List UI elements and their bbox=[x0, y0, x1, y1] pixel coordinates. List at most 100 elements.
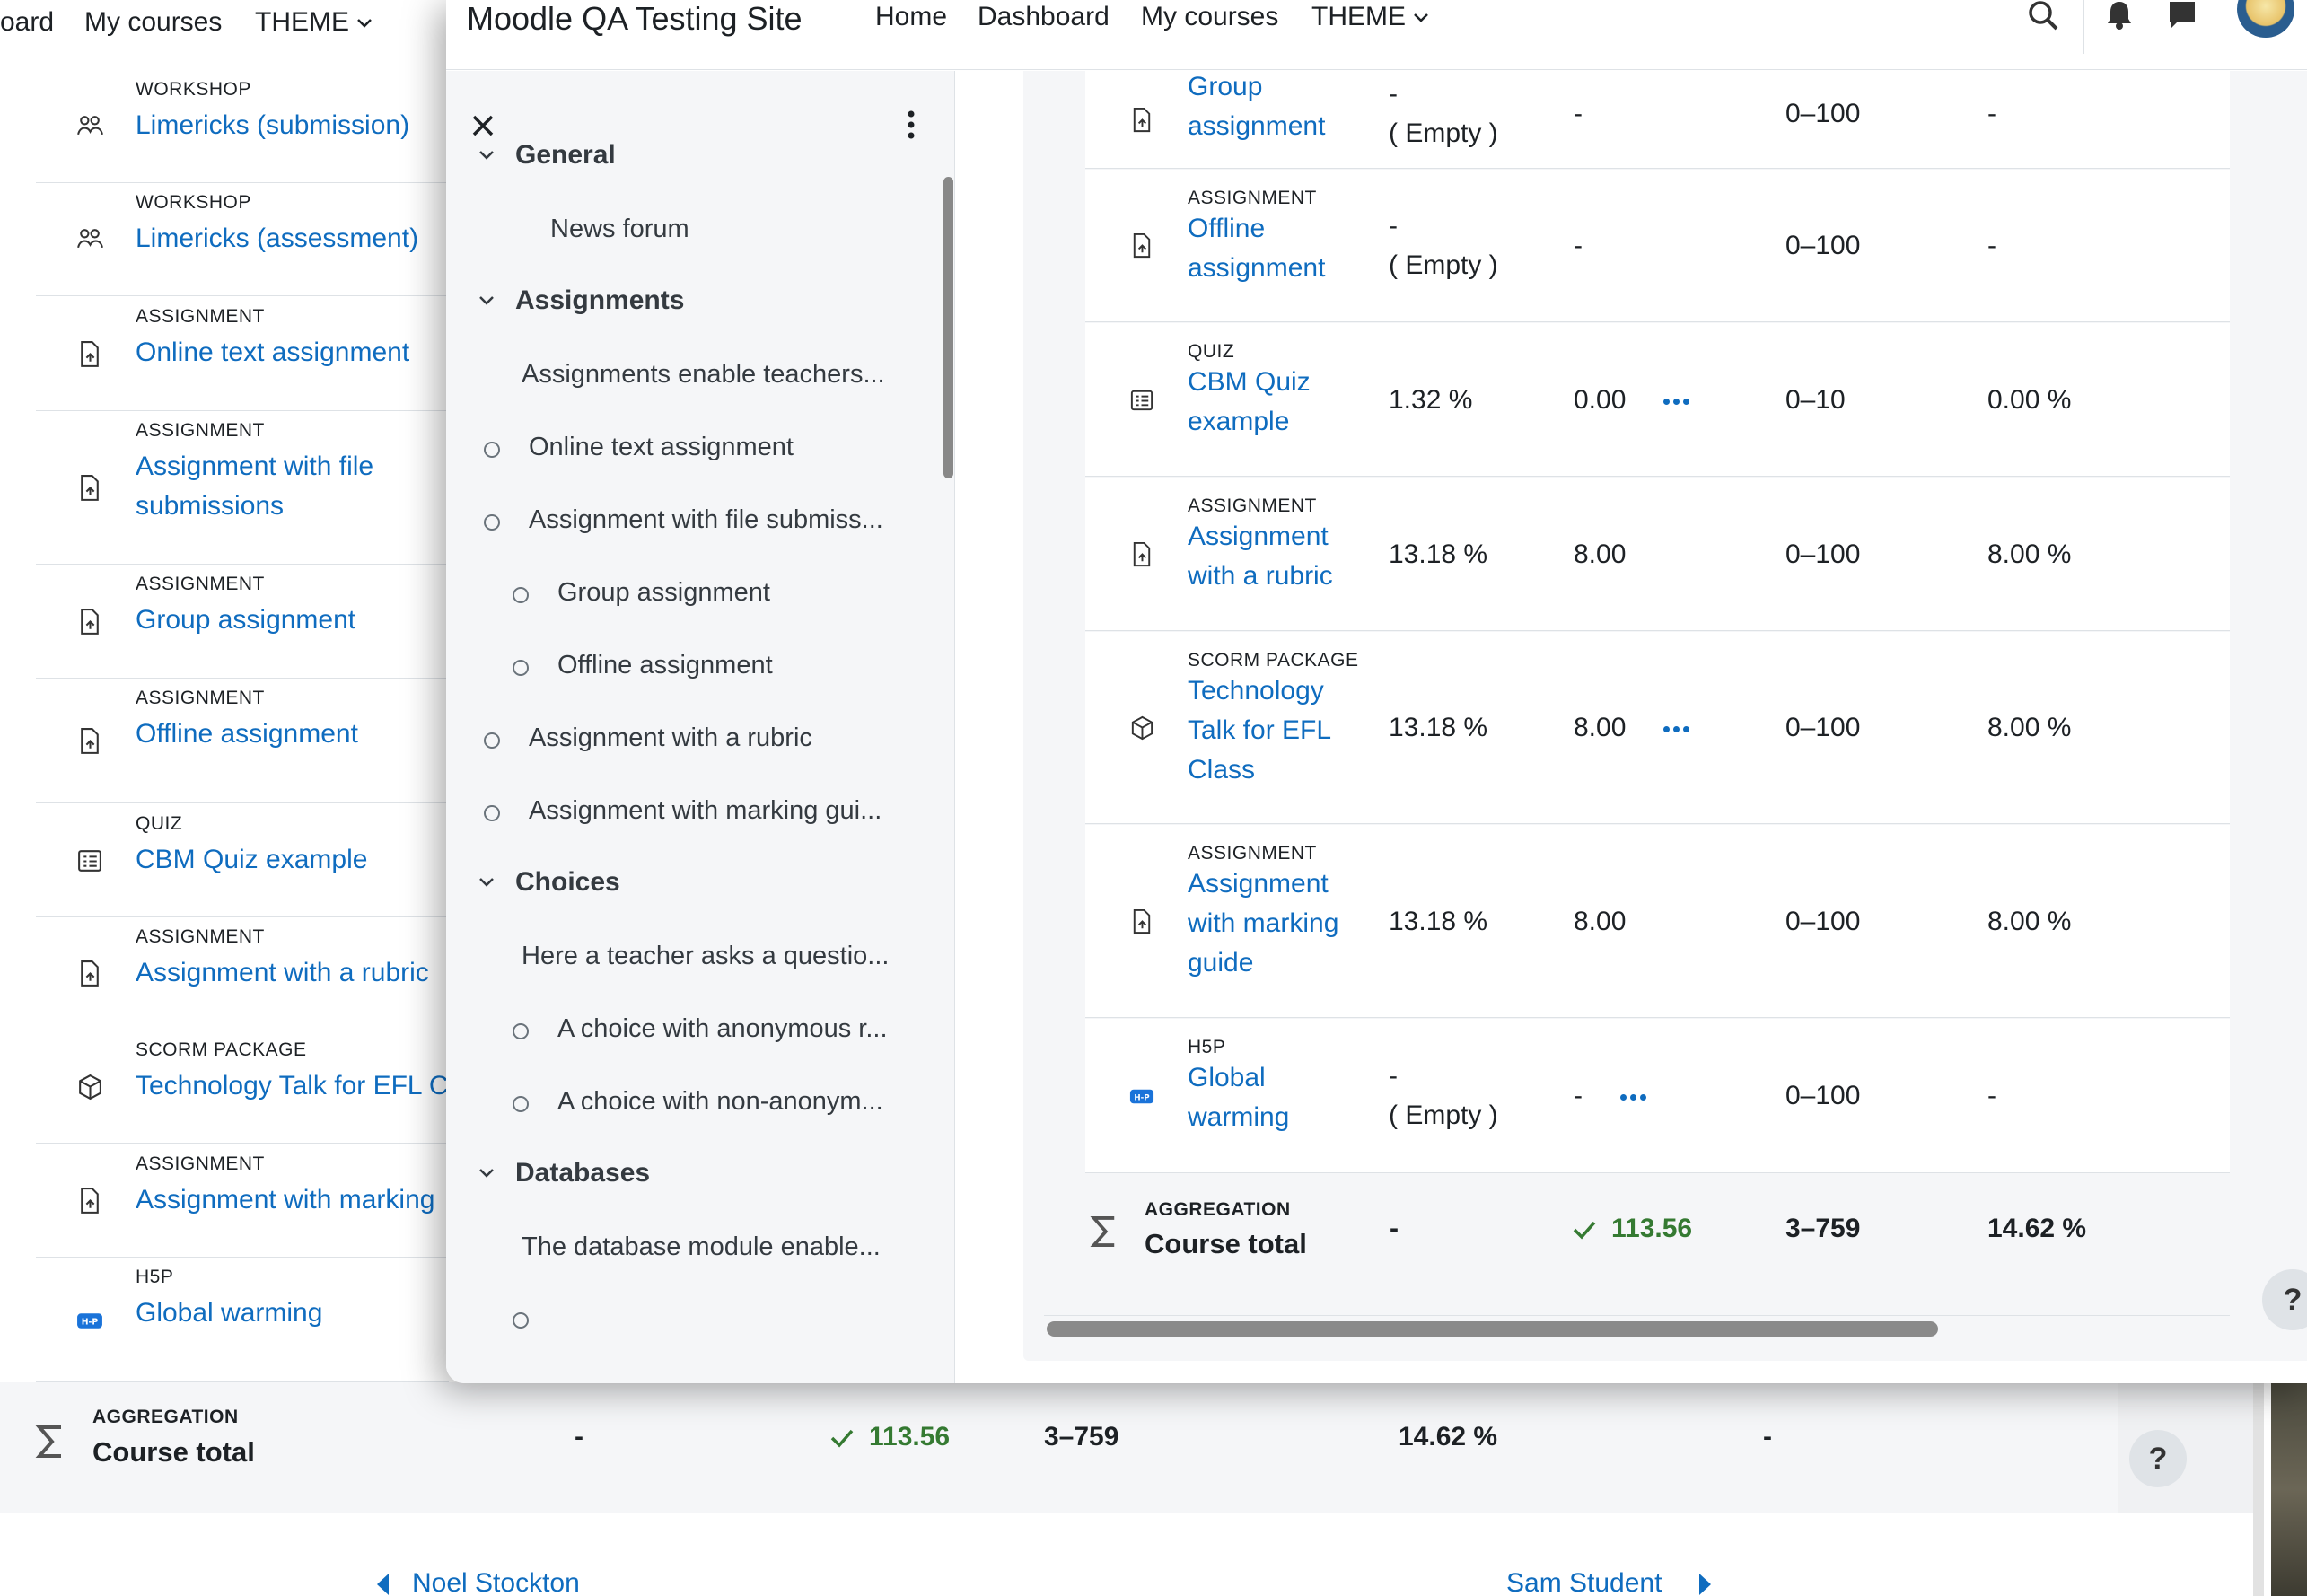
total-name: Course total bbox=[1145, 1228, 1307, 1259]
bg-activity-link[interactable]: Limericks (assessment) bbox=[136, 219, 418, 259]
grade-report-modal: Moodle QA Testing Site Home Dashboard My… bbox=[446, 0, 2307, 1383]
chevron-down-icon[interactable] bbox=[478, 876, 495, 892]
page-scrollbar[interactable] bbox=[2253, 1382, 2264, 1596]
chevron-down-icon[interactable] bbox=[478, 1167, 495, 1183]
chat-icon[interactable] bbox=[2167, 0, 2197, 31]
grade-weight: - ( Empty ) bbox=[1389, 79, 1498, 148]
grade-weight: - ( Empty ) bbox=[1389, 1061, 1498, 1130]
bg-activity-type: ASSIGNMENT bbox=[136, 574, 265, 594]
scorm-icon bbox=[75, 1073, 104, 1101]
chevron-down-icon[interactable] bbox=[478, 294, 495, 311]
course-index-item[interactable]: Here a teacher asks a questio... bbox=[522, 942, 889, 971]
bg-activity-type: ASSIGNMENT bbox=[136, 306, 265, 327]
more-actions-icon[interactable] bbox=[1663, 398, 1690, 406]
bg-activity-link[interactable]: Assignment with file bbox=[136, 447, 373, 487]
grade-value: - bbox=[1574, 99, 1583, 128]
course-index-item[interactable]: Online text assignment bbox=[529, 433, 794, 462]
bg-activity-link-line2[interactable]: submissions bbox=[136, 487, 284, 526]
quiz-icon bbox=[75, 846, 104, 875]
nav-dashboard[interactable]: Dashboard bbox=[978, 2, 1110, 32]
assignment-icon bbox=[1128, 541, 1155, 568]
bg-nav-my-courses[interactable]: My courses bbox=[84, 7, 222, 38]
grade-value: - bbox=[1574, 1081, 1583, 1110]
kebab-menu-icon[interactable] bbox=[907, 110, 916, 139]
more-actions-icon[interactable] bbox=[1620, 1094, 1647, 1101]
bg-help-button[interactable]: ? bbox=[2129, 1430, 2187, 1487]
bg-activity-link[interactable]: Assignment with marking bbox=[136, 1180, 434, 1220]
grade-item-link[interactable]: Assignment with a rubric bbox=[1188, 517, 1333, 596]
grade-item-link[interactable]: Technology Talk for EFL Class bbox=[1188, 671, 1331, 790]
assignment-icon bbox=[1128, 232, 1155, 259]
assignment-icon bbox=[75, 340, 104, 369]
sigma-icon bbox=[1090, 1216, 1115, 1247]
nav-home[interactable]: Home bbox=[875, 2, 947, 32]
grade-row: H-P H5P Global warming - ( Empty ) - 0–100 - bbox=[1085, 1019, 2230, 1173]
bg-activity-type: SCORM PACKAGE bbox=[136, 1039, 307, 1060]
course-index-drawer: General News forum Assignments Assignments … bbox=[446, 71, 955, 1383]
grade-value: 0.00 bbox=[1574, 384, 1627, 415]
bg-activity-link[interactable]: Group assignment bbox=[136, 601, 355, 640]
course-index-item[interactable]: Assignment with marking gui... bbox=[529, 796, 882, 826]
user-avatar[interactable] bbox=[2237, 0, 2294, 38]
bg-activity-type: QUIZ bbox=[136, 813, 183, 834]
bg-activity-type: ASSIGNMENT bbox=[136, 688, 265, 708]
grade-percentage: 0.00 % bbox=[1987, 384, 2072, 415]
grade-item-link[interactable]: Assignment with marking guide bbox=[1188, 864, 1338, 983]
nav-my-courses[interactable]: My courses bbox=[1141, 2, 1278, 32]
course-index-item[interactable]: Assignment with a rubric bbox=[529, 723, 812, 753]
grade-item-link[interactable]: Global warming bbox=[1188, 1058, 1289, 1137]
nav-theme[interactable]: THEME bbox=[1311, 2, 1429, 32]
caret-left-icon bbox=[377, 1574, 389, 1595]
grade-range: 0–100 bbox=[1785, 713, 1861, 742]
site-name[interactable]: Moodle QA Testing Site bbox=[467, 0, 803, 38]
horizontal-scroll-thumb[interactable] bbox=[1047, 1321, 1938, 1337]
grade-weight: 13.18 % bbox=[1389, 713, 1488, 742]
total-type: AGGREGATION bbox=[1145, 1199, 1291, 1220]
bg-activity-link[interactable]: Offline assignment bbox=[136, 715, 358, 754]
bg-total-percentage: 14.62 % bbox=[1399, 1422, 1498, 1451]
prev-user-link[interactable]: Noel Stockton bbox=[412, 1568, 580, 1596]
course-index-item[interactable]: News forum bbox=[550, 215, 689, 244]
bg-activity-link[interactable]: Assignment with a rubric bbox=[136, 953, 429, 993]
course-index-item[interactable]: A choice with anonymous r... bbox=[557, 1014, 888, 1044]
grade-value: 8.00 bbox=[1574, 539, 1627, 569]
bg-activity-row: ASSIGNMENT Offline assignment bbox=[36, 679, 449, 803]
course-section-assignments[interactable]: Assignments bbox=[515, 285, 684, 316]
grade-item-link[interactable]: Group assignment bbox=[1188, 67, 1325, 146]
course-index-item[interactable]: Assignments enable teachers... bbox=[522, 360, 885, 390]
more-actions-icon[interactable] bbox=[1663, 726, 1690, 733]
bg-nav-dashboard[interactable]: oard bbox=[0, 7, 54, 38]
course-index-item[interactable]: A choice with non-anonym... bbox=[557, 1087, 883, 1117]
bg-activity-link[interactable]: Global warming bbox=[136, 1293, 322, 1333]
bg-activity-link[interactable]: Online text assignment bbox=[136, 333, 409, 373]
next-user-link[interactable]: Sam Student bbox=[1506, 1568, 1662, 1596]
bg-activity-link[interactable]: Technology Talk for EFL C bbox=[136, 1066, 449, 1106]
nav-theme-label: THEME bbox=[1311, 2, 1406, 31]
course-section-databases[interactable]: Databases bbox=[515, 1158, 650, 1188]
check-icon bbox=[830, 1429, 854, 1448]
bg-total-type: AGGREGATION bbox=[92, 1407, 239, 1427]
completion-circle-icon bbox=[484, 514, 500, 531]
drawer-scrollbar[interactable] bbox=[943, 177, 953, 478]
grade-weight: 13.18 % bbox=[1389, 906, 1488, 936]
chevron-down-icon[interactable] bbox=[478, 149, 495, 165]
search-icon[interactable] bbox=[2028, 0, 2058, 32]
bell-icon[interactable] bbox=[2105, 0, 2134, 31]
background-image-edge bbox=[2271, 1382, 2307, 1596]
bg-activity-link[interactable]: CBM Quiz example bbox=[136, 840, 367, 880]
bg-nav-theme[interactable]: THEME bbox=[255, 7, 373, 38]
course-index-item[interactable]: Offline assignment bbox=[557, 651, 773, 680]
grade-item-link[interactable]: CBM Quiz example bbox=[1188, 363, 1311, 442]
grade-item-link[interactable]: Offline assignment bbox=[1188, 209, 1325, 288]
course-index-item[interactable]: Group assignment bbox=[557, 578, 770, 608]
course-index-item[interactable]: The database module enable... bbox=[522, 1232, 881, 1262]
completion-circle-icon bbox=[513, 660, 529, 676]
course-total-row: AGGREGATION Course total - 113.56 3–759 … bbox=[1085, 1174, 2230, 1300]
course-section-choices[interactable]: Choices bbox=[515, 867, 620, 898]
grade-row: QUIZ CBM Quiz example 1.32 % 0.00 0–10 0.00 % bbox=[1085, 323, 2230, 477]
close-icon[interactable] bbox=[471, 114, 495, 137]
course-section-general[interactable]: General bbox=[515, 140, 616, 171]
total-percentage: 14.62 % bbox=[1987, 1214, 2087, 1243]
course-index-item[interactable]: Assignment with file submiss... bbox=[529, 505, 883, 535]
bg-activity-link[interactable]: Limericks (submission) bbox=[136, 106, 409, 145]
